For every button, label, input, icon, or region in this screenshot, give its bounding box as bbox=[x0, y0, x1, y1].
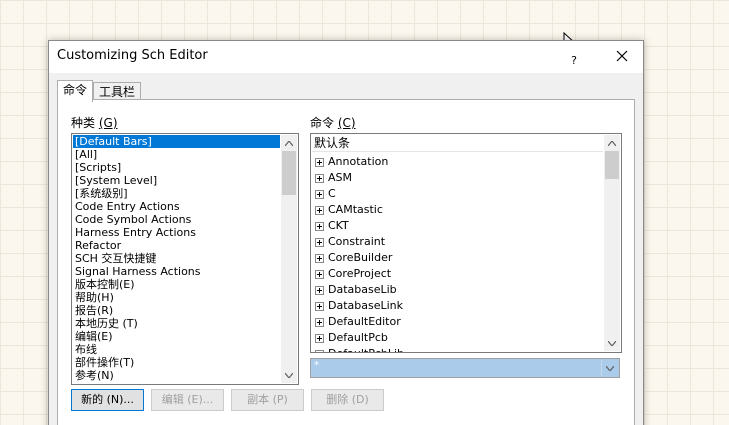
category-item[interactable]: [Scripts] bbox=[73, 161, 280, 174]
new-button[interactable]: 新的 (N)... bbox=[71, 389, 144, 411]
command-tree-item[interactable]: DefaultPcb bbox=[312, 330, 603, 346]
customize-dialog: Customizing Sch Editor ? 命令 工具栏 种类 (G) [… bbox=[48, 40, 644, 425]
command-tree-item-label: DefaultPcbLib bbox=[328, 346, 404, 352]
category-item[interactable]: 编辑(E) bbox=[73, 330, 280, 343]
categories-list: [Default Bars] [All] [Scripts] [System Leve… bbox=[73, 135, 280, 382]
category-item[interactable]: Code Entry Actions bbox=[73, 200, 280, 213]
category-item[interactable]: SCH 交互快捷键 bbox=[73, 252, 280, 265]
scroll-down-arrow-icon[interactable] bbox=[281, 367, 297, 383]
category-item[interactable]: Refactor bbox=[73, 239, 280, 252]
command-tree-item-label: ASM bbox=[328, 171, 352, 184]
commands-tree-header: 默认条 bbox=[312, 135, 603, 152]
category-item[interactable]: [System Level] bbox=[73, 174, 280, 187]
categories-label: 种类 (G) bbox=[71, 116, 118, 130]
category-item[interactable]: Signal Harness Actions bbox=[73, 265, 280, 278]
commands-label: 命令 (C) bbox=[310, 116, 356, 130]
dialog-client-area: 命令 工具栏 种类 (G) [Default Bars] [All] [Script… bbox=[49, 73, 643, 425]
expand-plus-icon[interactable] bbox=[315, 189, 324, 199]
expand-plus-icon[interactable] bbox=[315, 221, 324, 231]
command-tree-item[interactable]: CoreBuilder bbox=[312, 250, 603, 266]
command-tree-item[interactable]: DefaultEditor bbox=[312, 314, 603, 330]
expand-plus-icon[interactable] bbox=[315, 205, 324, 215]
command-tree-item-label: DefaultEditor bbox=[328, 315, 401, 328]
expand-plus-icon[interactable] bbox=[315, 253, 324, 263]
expand-plus-icon[interactable] bbox=[315, 301, 324, 311]
tab-panel-commands: 种类 (G) [Default Bars] [All] [Scripts] [Syst… bbox=[57, 99, 635, 425]
category-item[interactable]: [All] bbox=[73, 148, 280, 161]
command-tree-item-label: CoreBuilder bbox=[328, 251, 393, 264]
command-tree-item[interactable]: Annotation bbox=[312, 154, 603, 170]
expand-plus-icon[interactable] bbox=[315, 173, 324, 183]
command-tree-item-label: CoreProject bbox=[328, 267, 392, 280]
command-tree-item[interactable]: ASM bbox=[312, 170, 603, 186]
command-tree-item[interactable]: CoreProject bbox=[312, 266, 603, 282]
category-item[interactable]: 部件操作(T) bbox=[73, 356, 280, 369]
command-tree-item[interactable]: Constraint bbox=[312, 234, 603, 250]
expand-plus-icon[interactable] bbox=[315, 333, 324, 343]
categories-scrollbar[interactable] bbox=[281, 135, 297, 383]
command-tree-item-label: DatabaseLink bbox=[328, 299, 404, 312]
commands-scroll-thumb[interactable] bbox=[605, 151, 619, 179]
dialog-title: Customizing Sch Editor bbox=[57, 48, 208, 63]
category-item[interactable]: 帮助(H) bbox=[73, 291, 280, 304]
commands-tree-items: Annotation ASM C CAMtastic CKT Constraint Core… bbox=[312, 154, 603, 352]
category-item[interactable]: [Default Bars] bbox=[73, 135, 280, 148]
category-item[interactable]: [系统级别] bbox=[73, 187, 280, 200]
categories-listbox[interactable]: [Default Bars] [All] [Scripts] [System Leve… bbox=[71, 133, 299, 385]
command-tree-item[interactable]: DatabaseLink bbox=[312, 298, 603, 314]
scroll-up-arrow-icon[interactable] bbox=[604, 135, 620, 151]
expand-plus-icon[interactable] bbox=[315, 285, 324, 295]
command-tree-item[interactable]: CAMtastic bbox=[312, 202, 603, 218]
delete-button[interactable]: 删除 (D) bbox=[311, 389, 384, 411]
scroll-down-arrow-icon[interactable] bbox=[604, 335, 620, 351]
command-tree-item-label: CKT bbox=[328, 219, 349, 232]
commands-tree[interactable]: 默认条 Annotation ASM C CAMtastic CKT Constraint… bbox=[310, 133, 622, 353]
expand-plus-icon[interactable] bbox=[315, 269, 324, 279]
command-tree-item[interactable]: C bbox=[312, 186, 603, 202]
command-tree-item-label: Constraint bbox=[328, 235, 386, 248]
commands-scrollbar[interactable] bbox=[604, 135, 620, 351]
command-filter-value: * bbox=[314, 360, 319, 371]
category-item[interactable]: 参考(N) bbox=[73, 369, 280, 382]
tab-commands[interactable]: 命令 bbox=[57, 80, 94, 102]
tab-strip: 命令 工具栏 bbox=[57, 80, 142, 102]
expand-plus-icon[interactable] bbox=[315, 237, 324, 247]
duplicate-button[interactable]: 副本 (P) bbox=[231, 389, 304, 411]
command-tree-item[interactable]: DefaultPcbLib bbox=[312, 346, 603, 352]
category-item[interactable]: 报告(R) bbox=[73, 304, 280, 317]
close-icon bbox=[616, 50, 628, 62]
edit-button[interactable]: 编辑 (E)... bbox=[151, 389, 224, 411]
command-tree-item-label: Annotation bbox=[328, 155, 389, 168]
command-tree-item-label: CAMtastic bbox=[328, 203, 383, 216]
command-tree-item[interactable]: CKT bbox=[312, 218, 603, 234]
category-item[interactable]: 布线 bbox=[73, 343, 280, 356]
expand-plus-icon[interactable] bbox=[315, 349, 324, 352]
categories-scroll-thumb[interactable] bbox=[282, 151, 296, 195]
category-item[interactable]: 本地历史 (T) bbox=[73, 317, 280, 330]
title-bar: Customizing Sch Editor ? bbox=[49, 41, 643, 73]
command-tree-item[interactable]: DatabaseLib bbox=[312, 282, 603, 298]
command-tree-item-label: C bbox=[328, 187, 336, 200]
category-item[interactable]: 版本控制(E) bbox=[73, 278, 280, 291]
command-tree-item-label: DefaultPcb bbox=[328, 331, 388, 344]
scroll-up-arrow-icon[interactable] bbox=[281, 135, 297, 151]
category-item[interactable]: Code Symbol Actions bbox=[73, 213, 280, 226]
close-button[interactable] bbox=[601, 42, 643, 70]
expand-plus-icon[interactable] bbox=[315, 317, 324, 327]
help-button[interactable]: ? bbox=[567, 47, 581, 69]
chevron-down-icon[interactable] bbox=[601, 360, 618, 376]
command-filter-combo[interactable]: * bbox=[310, 358, 620, 378]
category-item[interactable]: Harness Entry Actions bbox=[73, 226, 280, 239]
expand-plus-icon[interactable] bbox=[315, 157, 324, 167]
command-tree-item-label: DatabaseLib bbox=[328, 283, 397, 296]
